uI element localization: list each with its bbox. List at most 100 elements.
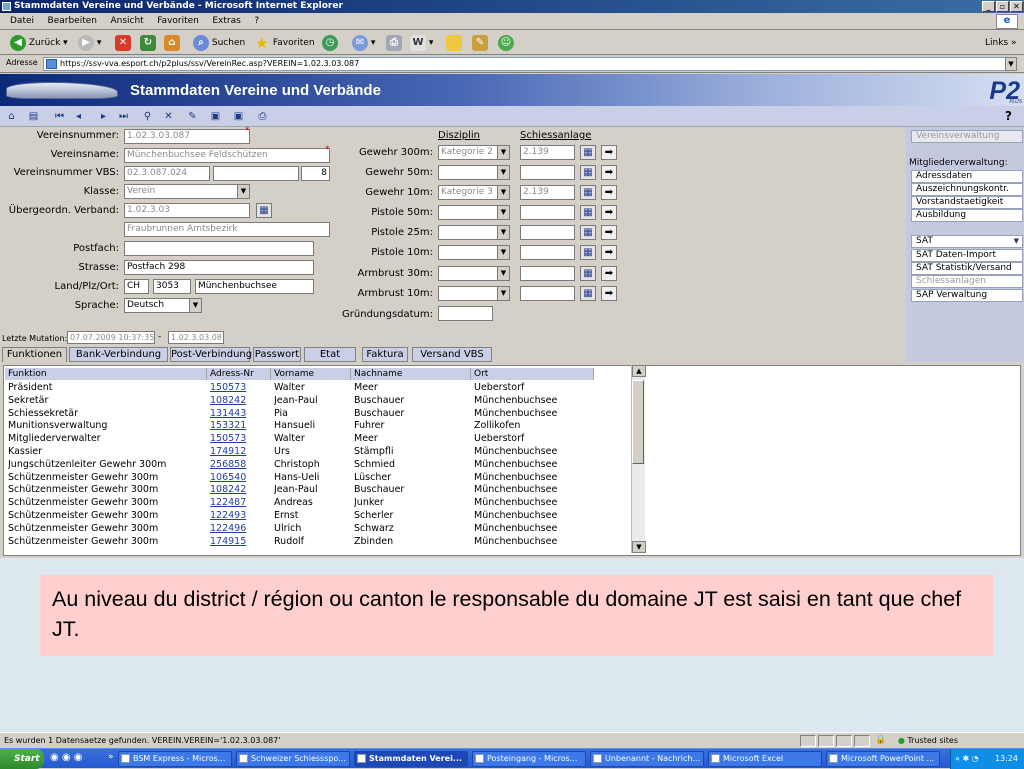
cell-adress-nr[interactable]: 122493 bbox=[210, 509, 270, 522]
tab-funktionen[interactable]: Funktionen bbox=[2, 347, 67, 363]
scroll-down-icon[interactable]: ▼ bbox=[632, 541, 646, 553]
arrow-right-icon[interactable]: ➡ bbox=[601, 185, 617, 200]
strasse-field[interactable]: Postfach 298 bbox=[124, 260, 314, 275]
cell-adress-nr[interactable]: 122496 bbox=[210, 522, 270, 535]
tab-faktura[interactable]: Faktura bbox=[362, 347, 408, 362]
side-item-sat-import[interactable]: SAT Daten-Import bbox=[911, 249, 1023, 262]
vbs-code-field[interactable]: 8 bbox=[301, 166, 330, 181]
close-button[interactable]: ✕ bbox=[1010, 1, 1023, 12]
table-row[interactable]: Sekretär 108242 Jean-Paul Buschauer Münchenb… bbox=[5, 394, 594, 407]
anlage-field[interactable] bbox=[520, 225, 575, 240]
arrow-right-icon[interactable]: ➡ bbox=[601, 286, 617, 301]
address-input[interactable]: https://ssv-vva.esport.ch/p2plus/ssv/Ver… bbox=[43, 57, 1017, 71]
menu-datei[interactable]: Datei bbox=[10, 13, 34, 30]
anlage-lookup-button[interactable]: ▦ bbox=[580, 205, 596, 220]
forward-button[interactable]: ▶ ▾ bbox=[78, 34, 101, 52]
side-item-ausbildung[interactable]: Ausbildung bbox=[911, 209, 1023, 222]
cell-adress-nr[interactable]: 108242 bbox=[210, 483, 270, 496]
arrow-right-icon[interactable]: ➡ bbox=[601, 266, 617, 281]
next-record-icon[interactable]: ▸ bbox=[97, 110, 110, 123]
column-header-adress-nr[interactable]: Adress-Nr bbox=[207, 368, 271, 380]
links-button[interactable]: Links » bbox=[985, 34, 1017, 52]
task-schweizer[interactable]: Schweizer Schiessspo... bbox=[236, 751, 350, 767]
kategorie-select[interactable]: Kategorie 2 ▼ bbox=[438, 145, 510, 160]
menu-favoriten[interactable]: Favoriten bbox=[157, 13, 199, 30]
edit-button[interactable]: W ▾ bbox=[410, 34, 433, 52]
vbs-extra-field[interactable] bbox=[213, 166, 299, 181]
kategorie-select[interactable]: ▼ bbox=[438, 225, 510, 240]
home-button[interactable]: ⌂ bbox=[164, 34, 180, 52]
cell-adress-nr[interactable]: 122487 bbox=[210, 496, 270, 509]
mail-button[interactable]: ✉ ▾ bbox=[352, 34, 375, 52]
tab-bank-verbindung[interactable]: Bank-Verbindung bbox=[69, 347, 168, 362]
cell-adress-nr[interactable]: 174912 bbox=[210, 445, 270, 458]
vereinsnummer-field[interactable]: 1.02.3.03.087 bbox=[124, 129, 250, 144]
gruendung-field[interactable] bbox=[438, 306, 493, 321]
verband-lookup-button[interactable]: ▦ bbox=[256, 203, 272, 218]
table-row[interactable]: Munitionsverwaltung 153321 Hansueli Fuhrer Z… bbox=[5, 419, 594, 432]
task-powerpoint[interactable]: Microsoft PowerPoint ... bbox=[826, 751, 940, 767]
task-unbenannt[interactable]: Unbenannt - Nachrich... bbox=[590, 751, 704, 767]
tab-post-verbindung[interactable]: Post-Verbindung bbox=[170, 347, 252, 362]
menu-extras[interactable]: Extras bbox=[212, 13, 240, 30]
arrow-right-icon[interactable]: ➡ bbox=[601, 145, 617, 160]
list-view-icon[interactable]: ▤ bbox=[27, 110, 40, 123]
anlage-lookup-button[interactable]: ▦ bbox=[580, 266, 596, 281]
table-row[interactable]: Schützenmeister Gewehr 300m 174915 Rudolf Z… bbox=[5, 535, 594, 548]
sprache-select[interactable]: Deutsch ▼ bbox=[124, 298, 202, 313]
anlage-field[interactable]: 2.139 bbox=[520, 145, 575, 160]
print-button[interactable]: ⎙ bbox=[386, 34, 402, 52]
arrow-right-icon[interactable]: ➡ bbox=[601, 245, 617, 260]
side-item-vorstand[interactable]: Vorstandstaetigkeit bbox=[911, 196, 1023, 209]
copy-record-icon[interactable]: ▣ bbox=[232, 110, 245, 123]
cell-adress-nr[interactable]: 174915 bbox=[210, 535, 270, 548]
task-excel[interactable]: Microsoft Excel bbox=[708, 751, 822, 767]
previous-record-icon[interactable]: ◂ bbox=[72, 110, 85, 123]
anlage-lookup-button[interactable]: ▦ bbox=[580, 145, 596, 160]
folder-button[interactable] bbox=[446, 34, 462, 52]
first-record-icon[interactable]: ⏮ bbox=[53, 110, 66, 123]
sat-select[interactable]: SAT ▼ bbox=[911, 235, 1023, 248]
task-bsm-express[interactable]: BSM Express - Micros... bbox=[118, 751, 232, 767]
table-row[interactable]: Schützenmeister Gewehr 300m 122496 Ulrich S… bbox=[5, 522, 594, 535]
stop-button[interactable]: ✕ bbox=[115, 34, 131, 52]
cell-adress-nr[interactable]: 256858 bbox=[210, 458, 270, 471]
menu-bearbeiten[interactable]: Bearbeiten bbox=[48, 13, 97, 30]
table-row[interactable]: Schützenmeister Gewehr 300m 122487 Andreas… bbox=[5, 496, 594, 509]
cell-adress-nr[interactable]: 153321 bbox=[210, 419, 270, 432]
side-item-schiessanlagen[interactable]: Schiessanlagen bbox=[911, 275, 1023, 288]
arrow-right-icon[interactable]: ➡ bbox=[601, 205, 617, 220]
table-row[interactable]: Schützenmeister Gewehr 300m 122493 Ernst Sc… bbox=[5, 509, 594, 522]
klasse-select[interactable]: Verein ▼ bbox=[124, 184, 250, 199]
start-button[interactable]: Start bbox=[0, 749, 44, 769]
anlage-field[interactable] bbox=[520, 205, 575, 220]
anlage-lookup-button[interactable]: ▦ bbox=[580, 286, 596, 301]
delete-icon[interactable]: ✕ bbox=[162, 110, 175, 123]
mutation-date-field[interactable]: 07.07.2009 10:37:35 bbox=[67, 331, 155, 344]
kategorie-select[interactable]: ▼ bbox=[438, 205, 510, 220]
land-field[interactable]: CH bbox=[124, 279, 149, 294]
scrollbar-thumb[interactable] bbox=[632, 380, 644, 464]
minimize-button[interactable]: _ bbox=[982, 1, 995, 12]
back-button[interactable]: ◀ Zurück ▾ bbox=[10, 34, 68, 52]
tab-etat[interactable]: Etat bbox=[304, 347, 356, 362]
table-row[interactable]: Kassier 174912 Urs Stämpfli Münchenbuchsee bbox=[5, 445, 594, 458]
side-item-sap-verwaltung[interactable]: SAP Verwaltung bbox=[911, 289, 1023, 302]
cell-adress-nr[interactable]: 106540 bbox=[210, 471, 270, 484]
anlage-field[interactable] bbox=[520, 165, 575, 180]
last-record-icon[interactable]: ⏭ bbox=[117, 110, 130, 123]
maximize-button[interactable]: ▫ bbox=[996, 1, 1009, 12]
side-item-auszeichnung[interactable]: Auszeichnungskontr. bbox=[911, 183, 1023, 196]
address-dropdown-button[interactable]: ▼ bbox=[1005, 57, 1017, 71]
history-button[interactable]: ◷ bbox=[322, 34, 338, 52]
anlage-field[interactable] bbox=[520, 286, 575, 301]
home-icon[interactable]: ⌂ bbox=[5, 110, 18, 123]
table-row[interactable]: Präsident 150573 Walter Meer Ueberstorf bbox=[5, 381, 594, 394]
cell-adress-nr[interactable]: 150573 bbox=[210, 432, 270, 445]
anlage-field[interactable] bbox=[520, 266, 575, 281]
scroll-up-icon[interactable]: ▲ bbox=[632, 365, 646, 377]
messenger-button[interactable]: ☺ bbox=[498, 34, 514, 52]
column-header-nachname[interactable]: Nachname bbox=[351, 368, 471, 380]
anlage-lookup-button[interactable]: ▦ bbox=[580, 165, 596, 180]
kategorie-select[interactable]: ▼ bbox=[438, 245, 510, 260]
